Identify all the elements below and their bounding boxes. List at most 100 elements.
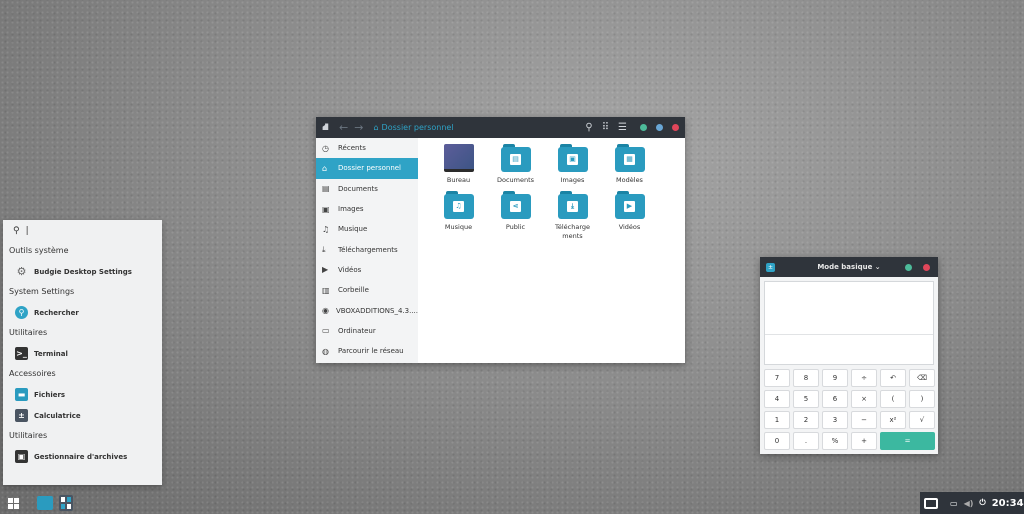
- image-folder-icon: ▣: [557, 144, 588, 172]
- image-icon: ▣: [322, 204, 330, 214]
- sidebar-item-label: Images: [338, 205, 364, 214]
- close-button[interactable]: [923, 263, 930, 271]
- folder-item[interactable]: ▦ Modèles: [601, 144, 658, 185]
- sidebar-item-label: Parcourir le réseau: [338, 347, 404, 356]
- screenshot-icon[interactable]: [924, 497, 938, 509]
- key-button[interactable]: 9: [822, 369, 848, 387]
- key-button[interactable]: 0: [764, 432, 790, 450]
- key-button[interactable]: ×: [851, 390, 877, 408]
- music-folder-icon: ♫: [443, 191, 474, 219]
- menu-app-label: Terminal: [34, 349, 68, 358]
- search-app-icon: ⚲: [15, 306, 28, 319]
- folder-item[interactable]: ⋖ Public: [487, 191, 544, 241]
- sidebar-item[interactable]: ▭ Ordinateur: [316, 321, 418, 341]
- calculator-taskbar-icon[interactable]: [59, 495, 73, 511]
- sidebar-toggle-icon[interactable]: ⛘: [322, 117, 329, 138]
- disc-icon: ◉: [322, 306, 329, 316]
- calculator-display[interactable]: [764, 281, 934, 365]
- forward-button[interactable]: →: [354, 121, 363, 134]
- key-button[interactable]: −: [851, 411, 877, 429]
- search-icon: ⚲: [13, 225, 20, 236]
- menu-search[interactable]: ⚲ |: [3, 220, 162, 241]
- sidebar-item[interactable]: ▥ Corbeille: [316, 280, 418, 300]
- computer-icon: ▭: [322, 326, 330, 336]
- clock-icon: ◷: [322, 143, 329, 153]
- sidebar-item[interactable]: ◉ VBOXADDITIONS_4.3....: [316, 300, 418, 320]
- maximize-button[interactable]: [656, 124, 663, 131]
- key-button[interactable]: 4: [764, 390, 790, 408]
- key-button[interactable]: ⌫: [909, 369, 935, 387]
- back-button[interactable]: ←: [339, 121, 348, 134]
- folder-label: Documents: [496, 176, 535, 184]
- minimize-button[interactable]: [905, 263, 912, 271]
- close-button[interactable]: [672, 124, 679, 131]
- app-menu-button[interactable]: [8, 497, 19, 509]
- folder-item[interactable]: ♫ Musique: [430, 191, 487, 241]
- keypad: 7 8 9 ÷ ↶ ⌫ 4 5 6 ×() 1 2 3− x² √ 0.% + =: [764, 369, 935, 450]
- sidebar-item[interactable]: ⌂ Dossier personnel: [316, 158, 418, 179]
- menu-app-item[interactable]: ± Calculatrice: [3, 405, 162, 426]
- key-button[interactable]: 6: [822, 390, 848, 408]
- volume-icon[interactable]: ◀): [964, 499, 974, 508]
- key-button[interactable]: .: [793, 432, 819, 450]
- clock[interactable]: 20:34: [992, 498, 1024, 509]
- power-icon[interactable]: ⏻: [979, 498, 985, 508]
- key-button[interactable]: =: [880, 432, 935, 450]
- sidebar-item-label: Téléchargements: [338, 245, 398, 254]
- menu-app-label: Rechercher: [34, 308, 79, 317]
- key-button[interactable]: 1: [764, 411, 790, 429]
- sidebar-item-label: Dossier personnel: [338, 164, 402, 173]
- folder-item[interactable]: ⤓ Téléchargements: [544, 191, 601, 241]
- search-icon[interactable]: ⚲: [585, 117, 592, 138]
- key-button[interactable]: (: [880, 390, 906, 408]
- menu-app-item[interactable]: ⚲ Rechercher: [3, 302, 162, 323]
- video-icon: ▶: [322, 265, 329, 275]
- sidebar-item[interactable]: ▤ Documents: [316, 179, 418, 199]
- key-button[interactable]: ÷: [851, 369, 877, 387]
- mode-label: Mode basique: [817, 263, 873, 271]
- key-button[interactable]: ↶: [880, 369, 906, 387]
- folder-item[interactable]: ▣ Images: [544, 144, 601, 185]
- folder-item[interactable]: ▤ Documents: [487, 144, 544, 185]
- sidebar-item[interactable]: ⤓ Téléchargements: [316, 239, 418, 259]
- document-icon: ▤: [322, 184, 330, 194]
- key-button[interactable]: 2: [793, 411, 819, 429]
- sidebar-item[interactable]: ◍ Parcourir le réseau: [316, 341, 418, 361]
- sidebar-item[interactable]: ▶ Vidéos: [316, 260, 418, 280]
- calculator-icon: ±: [15, 409, 28, 422]
- key-button[interactable]: ): [909, 390, 935, 408]
- sidebar-item[interactable]: ♫ Musique: [316, 219, 418, 239]
- gear-icon: ⚙: [16, 265, 27, 278]
- key-button[interactable]: 5: [793, 390, 819, 408]
- display-icon[interactable]: ▭: [950, 499, 958, 508]
- menu-icon[interactable]: ☰: [618, 117, 627, 138]
- desktop-folder-icon: [443, 144, 474, 172]
- key-button[interactable]: +: [851, 432, 877, 450]
- menu-app-item[interactable]: >_ Terminal: [3, 343, 162, 364]
- menu-category: Outils système: [9, 246, 69, 255]
- folder-item[interactable]: ▶ Vidéos: [601, 191, 658, 241]
- video-folder-icon: ▶: [614, 191, 645, 219]
- files-taskbar-icon[interactable]: [37, 496, 53, 510]
- sidebar-item[interactable]: ◷ Récents: [316, 138, 418, 158]
- system-tray: ▭ ◀) ⏻ 20:34: [920, 492, 1024, 514]
- key-button[interactable]: 3: [822, 411, 848, 429]
- minimize-button[interactable]: [640, 124, 647, 131]
- key-button[interactable]: 8: [793, 369, 819, 387]
- key-button[interactable]: √: [909, 411, 935, 429]
- key-button[interactable]: x²: [880, 411, 906, 429]
- template-folder-icon: ▦: [614, 144, 645, 172]
- folder-label: Public: [505, 223, 526, 231]
- key-button[interactable]: %: [822, 432, 848, 450]
- menu-app-item[interactable]: ⚙ Budgie Desktop Settings: [3, 261, 162, 282]
- grid-view-icon[interactable]: ⠿: [602, 117, 609, 138]
- menu-category: Utilitaires: [9, 431, 48, 440]
- menu-app-item[interactable]: ▣ Gestionnaire d'archives: [3, 446, 162, 467]
- menu-app-item[interactable]: ▬ Fichiers: [3, 384, 162, 405]
- file-view: Bureau ▤ Documents ▣ Images ▦ Modèles ♫ Musique ⋖…: [418, 138, 685, 363]
- folder-item[interactable]: Bureau: [430, 144, 487, 185]
- display-divider: [765, 334, 933, 335]
- key-button[interactable]: 7: [764, 369, 790, 387]
- breadcrumb[interactable]: ⌂ Dossier personnel: [373, 123, 453, 132]
- sidebar-item[interactable]: ▣ Images: [316, 199, 418, 219]
